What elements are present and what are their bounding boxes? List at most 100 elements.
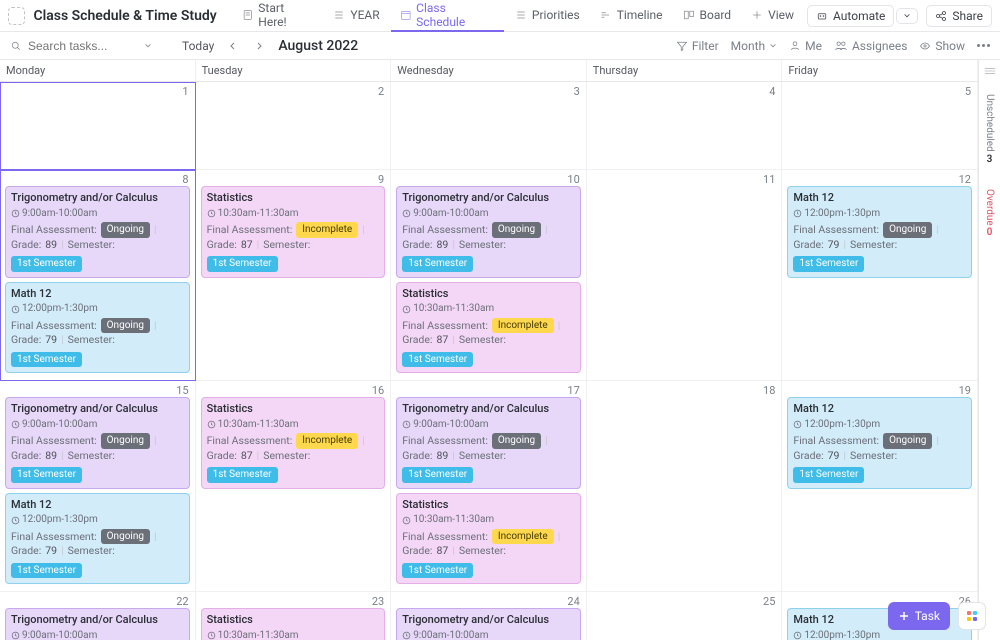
event-title: Statistics <box>207 191 380 206</box>
calendar-event[interactable]: Trigonometry and/or Calculus 9:00am-10:0… <box>5 186 190 278</box>
overdue-label[interactable]: Overdue <box>984 189 995 226</box>
tab-board[interactable]: Board <box>674 0 741 32</box>
semester-pill: 1st Semester <box>11 563 82 579</box>
date-number: 23 <box>372 595 384 608</box>
calendar-event[interactable]: Statistics 10:30am-11:30am Final Assessm… <box>396 493 581 585</box>
calendar-cell[interactable]: 22 Trigonometry and/or Calculus 9:00am-1… <box>0 592 196 640</box>
tab-class-schedule[interactable]: Class Schedule <box>391 0 504 32</box>
calendar-event[interactable]: Statistics 10:30am-11:30am Final Assessm… <box>201 186 386 278</box>
tab-year[interactable]: YEAR <box>324 0 388 32</box>
new-task-button[interactable]: Task <box>888 602 950 630</box>
search-icon <box>10 40 22 52</box>
assessment-label: Final Assessment: <box>207 223 293 237</box>
grade-value: 87 <box>241 449 253 463</box>
chevron-down-icon[interactable] <box>144 42 152 50</box>
view-mode-dropdown[interactable]: Month <box>731 39 777 53</box>
calendar-cell[interactable]: 19 Math 12 12:00pm-1:30pm Final Assessme… <box>782 381 978 592</box>
calendar-event[interactable]: Math 12 12:00pm-1:30pm Final Assessment:… <box>5 282 190 374</box>
tab-priorities[interactable]: Priorities <box>506 0 589 32</box>
calendar-event[interactable]: Statistics 10:30am-11:30am Final Assessm… <box>396 282 581 374</box>
event-time: 10:30am-11:30am <box>402 513 575 527</box>
calendar-cell[interactable]: 5 <box>782 82 978 170</box>
calendar-event[interactable]: Trigonometry and/or Calculus 9:00am-10:0… <box>5 397 190 489</box>
calendar-cell[interactable]: 24 Trigonometry and/or Calculus 9:00am-1… <box>391 592 587 640</box>
calendar-cell[interactable]: 9 Statistics 10:30am-11:30am Final Asses… <box>196 170 392 381</box>
tab-start-here[interactable]: Start Here! <box>233 0 323 32</box>
assignees-label: Assignees <box>852 39 907 53</box>
plus-icon <box>751 9 763 21</box>
assessment-label: Final Assessment: <box>11 530 97 544</box>
automate-dropdown[interactable] <box>896 8 918 24</box>
calendar-event[interactable]: Trigonometry and/or Calculus 9:00am-10:0… <box>396 186 581 278</box>
clock-icon <box>793 631 802 640</box>
semester-pill: 1st Semester <box>793 256 864 272</box>
calendar-event[interactable]: Statistics 10:30am-11:30am Final Assessm… <box>201 397 386 489</box>
semester-label: Semester: <box>459 544 506 558</box>
calendar-cell[interactable]: 23 Statistics 10:30am-11:30am Final Asse… <box>196 592 392 640</box>
calendar-toolbar: Today August 2022 Filter Month Me Assign… <box>0 32 1000 60</box>
dots-icon <box>977 44 990 47</box>
calendar-event[interactable]: Math 12 12:00pm-1:30pm Final Assessment:… <box>787 397 972 489</box>
calendar-cell[interactable]: 16 Statistics 10:30am-11:30am Final Asse… <box>196 381 392 592</box>
share-button[interactable]: Share <box>926 5 992 27</box>
list-icon <box>333 9 345 21</box>
calendar-cell[interactable]: 8 Trigonometry and/or Calculus 9:00am-10… <box>0 170 196 381</box>
me-filter[interactable]: Me <box>789 39 822 53</box>
workspace-title: Class Schedule & Time Study <box>33 8 216 24</box>
automate-button[interactable]: Automate <box>807 5 894 27</box>
tab-label: View <box>768 8 794 22</box>
filter-button[interactable]: Filter <box>676 39 719 53</box>
tab-bar: Class Schedule & Time Study Start Here! … <box>0 0 1000 32</box>
day-header: Monday <box>0 60 196 81</box>
calendar-cell[interactable]: 3 <box>391 82 587 170</box>
grade-label: Grade: <box>207 238 237 252</box>
grade-value: 79 <box>45 333 57 347</box>
apps-button[interactable] <box>958 602 986 630</box>
day-headers: Monday Tuesday Wednesday Thursday Friday <box>0 60 978 82</box>
calendar-cell[interactable]: 11 <box>587 170 783 381</box>
semester-pill: 1st Semester <box>402 352 473 368</box>
date-number: 15 <box>176 384 188 397</box>
event-time: 10:30am-11:30am <box>402 302 575 316</box>
status-pill: Ongoing <box>883 222 932 238</box>
event-title: Math 12 <box>793 402 966 417</box>
calendar-cell[interactable]: 10 Trigonometry and/or Calculus 9:00am-1… <box>391 170 587 381</box>
calendar-event[interactable]: Trigonometry and/or Calculus 9:00am-10:0… <box>396 397 581 489</box>
calendar-event[interactable]: Trigonometry and/or Calculus 9:00am-10:0… <box>5 608 190 640</box>
today-button[interactable]: Today <box>182 39 214 53</box>
grade-label: Grade: <box>402 544 432 558</box>
calendar-cell[interactable]: 25 <box>587 592 783 640</box>
status-pill: Ongoing <box>101 222 150 238</box>
calendar-cell[interactable]: 4 <box>587 82 783 170</box>
grade-value: 79 <box>828 449 840 463</box>
semester-pill: 1st Semester <box>207 256 278 272</box>
event-time: 9:00am-10:00am <box>11 207 184 221</box>
workspace-icon <box>8 7 25 25</box>
calendar-event[interactable]: Statistics 10:30am-11:30am Final Assessm… <box>201 608 386 640</box>
share-label: Share <box>952 9 983 23</box>
tab-add-view[interactable]: View <box>742 0 803 32</box>
next-month-button[interactable] <box>252 39 266 53</box>
unscheduled-label[interactable]: Unscheduled <box>984 94 995 152</box>
assignees-filter[interactable]: Assignees <box>834 39 907 53</box>
calendar-cell[interactable]: 15 Trigonometry and/or Calculus 9:00am-1… <box>0 381 196 592</box>
show-dropdown[interactable]: Show <box>919 39 965 53</box>
calendar-event[interactable]: Math 12 12:00pm-1:30pm Final Assessment:… <box>5 493 190 585</box>
calendar-event[interactable]: Trigonometry and/or Calculus 9:00am-10:0… <box>396 608 581 640</box>
calendar-cell[interactable]: 18 <box>587 381 783 592</box>
date-number: 11 <box>763 173 775 186</box>
status-pill: Incomplete <box>492 318 554 334</box>
tab-timeline[interactable]: Timeline <box>591 0 672 32</box>
calendar-grid: 123458 Trigonometry and/or Calculus 9:00… <box>0 82 978 640</box>
calendar-cell[interactable]: 17 Trigonometry and/or Calculus 9:00am-1… <box>391 381 587 592</box>
prev-month-button[interactable] <box>226 39 240 53</box>
board-icon <box>683 9 695 21</box>
search-input[interactable] <box>28 39 138 53</box>
calendar-cell[interactable]: 12 Math 12 12:00pm-1:30pm Final Assessme… <box>782 170 978 381</box>
calendar-cell[interactable]: 2 <box>196 82 392 170</box>
calendar-event[interactable]: Math 12 12:00pm-1:30pm Final Assessment:… <box>787 186 972 278</box>
chevron-down-icon <box>769 42 777 50</box>
lines-icon[interactable] <box>984 66 996 76</box>
more-menu[interactable] <box>977 44 990 47</box>
calendar-cell[interactable]: 1 <box>0 82 196 170</box>
